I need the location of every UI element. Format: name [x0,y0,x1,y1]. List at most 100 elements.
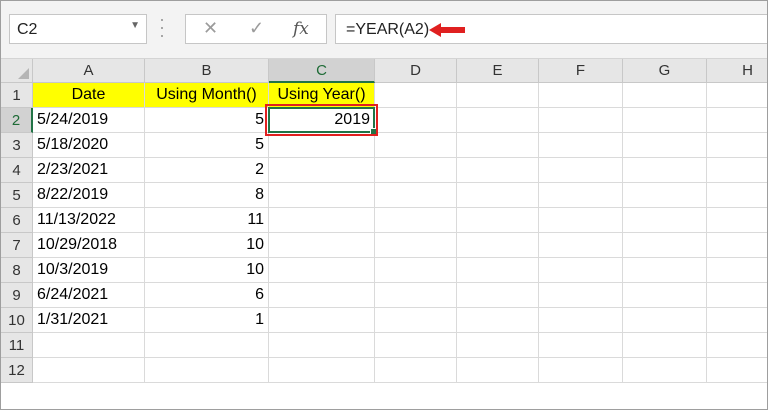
row-header-6[interactable]: 6 [1,208,33,233]
cell-f8[interactable] [539,258,623,283]
cell-d1[interactable] [375,83,457,108]
row-header-11[interactable]: 11 [1,333,33,358]
cell-b5[interactable]: 8 [145,183,269,208]
cell-b11[interactable] [145,333,269,358]
chevron-down-icon[interactable]: ▼ [130,20,140,31]
cell-b9[interactable]: 6 [145,283,269,308]
cell-b7[interactable]: 10 [145,233,269,258]
cell-e1[interactable] [457,83,539,108]
column-header-a[interactable]: A [33,59,145,83]
cell-g2[interactable] [623,108,707,133]
cell-f7[interactable] [539,233,623,258]
cell-e7[interactable] [457,233,539,258]
cell-b6[interactable]: 11 [145,208,269,233]
cell-h5[interactable] [707,183,767,208]
cell-d7[interactable] [375,233,457,258]
cell-d3[interactable] [375,133,457,158]
cell-g9[interactable] [623,283,707,308]
cell-f3[interactable] [539,133,623,158]
cell-f4[interactable] [539,158,623,183]
cell-h8[interactable] [707,258,767,283]
cell-h2[interactable] [707,108,767,133]
column-header-h[interactable]: H [707,59,767,83]
cell-c4[interactable] [269,158,375,183]
cell-e4[interactable] [457,158,539,183]
cell-b1[interactable]: Using Month() [145,83,269,108]
cell-g8[interactable] [623,258,707,283]
cell-g11[interactable] [623,333,707,358]
cell-d6[interactable] [375,208,457,233]
cell-b4[interactable]: 2 [145,158,269,183]
cell-d11[interactable] [375,333,457,358]
row-header-4[interactable]: 4 [1,158,33,183]
row-header-7[interactable]: 7 [1,233,33,258]
cell-h1[interactable] [707,83,767,108]
cell-a8[interactable]: 10/3/2019 [33,258,145,283]
cell-c11[interactable] [269,333,375,358]
row-header-3[interactable]: 3 [1,133,33,158]
column-header-b[interactable]: B [145,59,269,83]
cell-f12[interactable] [539,358,623,383]
cell-g6[interactable] [623,208,707,233]
formula-input[interactable]: =YEAR(A2) [335,14,767,44]
cell-e2[interactable] [457,108,539,133]
cell-a3[interactable]: 5/18/2020 [33,133,145,158]
cell-g4[interactable] [623,158,707,183]
cell-e5[interactable] [457,183,539,208]
cell-a10[interactable]: 1/31/2021 [33,308,145,333]
cell-c8[interactable] [269,258,375,283]
cell-e10[interactable] [457,308,539,333]
cell-c6[interactable] [269,208,375,233]
fill-handle[interactable] [370,128,378,136]
cell-f9[interactable] [539,283,623,308]
cell-a4[interactable]: 2/23/2021 [33,158,145,183]
cell-d5[interactable] [375,183,457,208]
cell-g7[interactable] [623,233,707,258]
cell-d9[interactable] [375,283,457,308]
insert-function-icon[interactable]: fx [293,19,309,39]
cell-e8[interactable] [457,258,539,283]
cell-f6[interactable] [539,208,623,233]
cell-a12[interactable] [33,358,145,383]
cell-g1[interactable] [623,83,707,108]
cell-c1[interactable]: Using Year() [269,83,375,108]
cell-h10[interactable] [707,308,767,333]
cell-c10[interactable] [269,308,375,333]
column-header-f[interactable]: F [539,59,623,83]
cell-b2[interactable]: 5 [145,108,269,133]
row-header-12[interactable]: 12 [1,358,33,383]
cell-a5[interactable]: 8/22/2019 [33,183,145,208]
cell-g5[interactable] [623,183,707,208]
cell-b8[interactable]: 10 [145,258,269,283]
name-box[interactable]: C2 ▼ [9,14,147,44]
cell-g12[interactable] [623,358,707,383]
cell-e3[interactable] [457,133,539,158]
cell-h7[interactable] [707,233,767,258]
cell-f10[interactable] [539,308,623,333]
cell-f2[interactable] [539,108,623,133]
cell-c9[interactable] [269,283,375,308]
column-header-g[interactable]: G [623,59,707,83]
row-header-5[interactable]: 5 [1,183,33,208]
cell-a7[interactable]: 10/29/2018 [33,233,145,258]
cell-h6[interactable] [707,208,767,233]
cell-c7[interactable] [269,233,375,258]
cell-g3[interactable] [623,133,707,158]
cell-f1[interactable] [539,83,623,108]
row-header-9[interactable]: 9 [1,283,33,308]
row-header-1[interactable]: 1 [1,83,33,108]
cell-h12[interactable] [707,358,767,383]
drag-handle-icon[interactable]: · · · [159,10,165,44]
cell-h4[interactable] [707,158,767,183]
cell-e9[interactable] [457,283,539,308]
checkmark-icon[interactable]: ✓ [249,18,264,39]
cell-c2[interactable]: 2019 [269,108,375,133]
cell-a2[interactable]: 5/24/2019 [33,108,145,133]
row-header-8[interactable]: 8 [1,258,33,283]
row-header-2[interactable]: 2 [1,108,33,133]
column-header-c[interactable]: C [269,59,375,83]
cell-d10[interactable] [375,308,457,333]
row-header-10[interactable]: 10 [1,308,33,333]
cell-c5[interactable] [269,183,375,208]
cell-d4[interactable] [375,158,457,183]
